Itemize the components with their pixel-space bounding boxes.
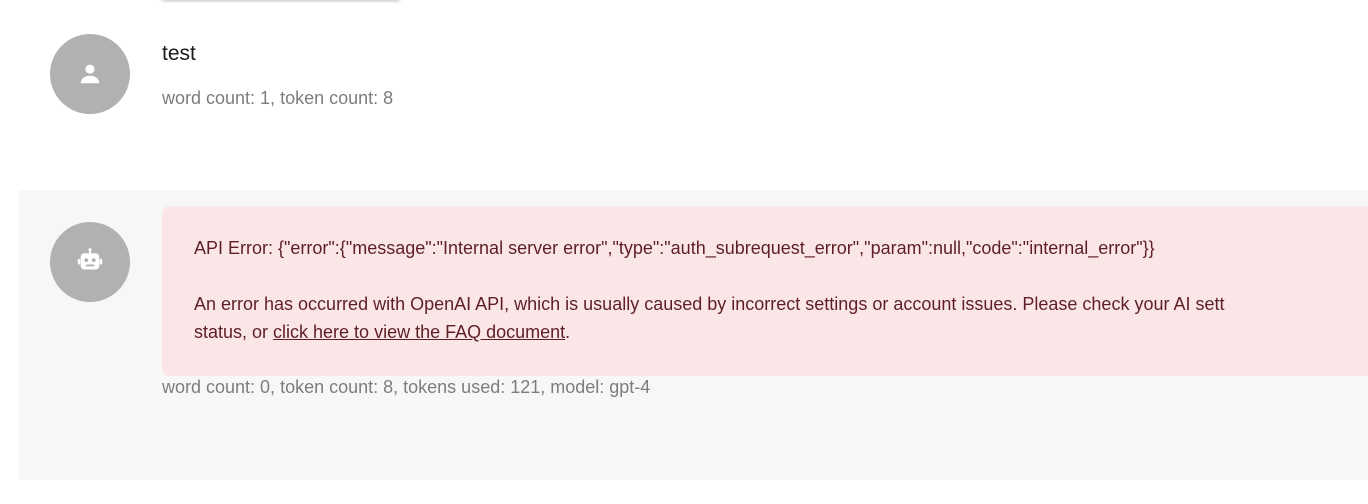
user-message-text: test: [162, 42, 196, 65]
error-title: API Error: {"error":{"message":"Internal…: [194, 238, 1155, 258]
error-description-prefix: status, or: [194, 322, 274, 342]
user-message-meta: word count: 1, token count: 8: [162, 88, 394, 108]
bot-avatar: [50, 222, 130, 302]
api-error-message: API Error: {"error":{"message":"Internal…: [162, 206, 1368, 376]
bot-message-meta: word count: 0, token count: 8, tokens us…: [162, 377, 651, 397]
user-message-row: test word count: 1, token count: 8: [0, 0, 1368, 190]
faq-link[interactable]: click here to view the FAQ document: [273, 322, 565, 342]
bot-message-row: API Error: {"error":{"message":"Internal…: [18, 190, 1368, 480]
error-description: An error has occurred with OpenAI API, w…: [194, 290, 1368, 346]
user-avatar: [50, 34, 130, 114]
error-description-line: An error has occurred with OpenAI API, w…: [194, 294, 1225, 314]
error-description-suffix: .: [565, 322, 571, 342]
chat-area: test word count: 1, token count: 8 API E…: [0, 0, 1368, 504]
person-icon: [77, 61, 103, 87]
robot-icon: [75, 247, 105, 277]
